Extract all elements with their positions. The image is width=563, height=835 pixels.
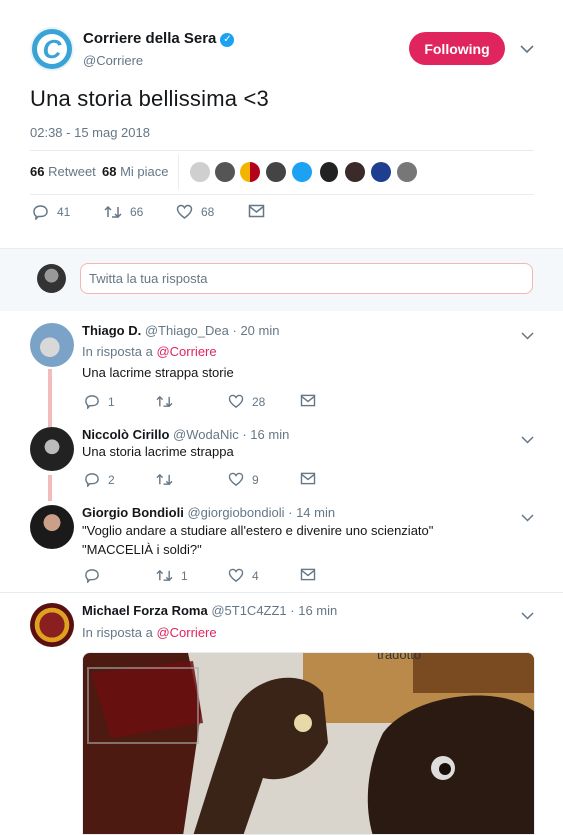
reply-icon (33, 205, 48, 220)
message-button[interactable] (300, 394, 324, 407)
liker-avatar[interactable] (240, 162, 260, 182)
chevron-down-icon[interactable] (521, 607, 534, 623)
envelope-icon (300, 568, 316, 581)
in-reply-to: In risposta a @Corriere (82, 344, 217, 359)
envelope-icon (300, 394, 316, 407)
reply-button[interactable] (84, 568, 108, 583)
reply-text-line: "Voglio andare a studiare all'estero e d… (82, 523, 434, 538)
reply-actions: 2 9 (84, 472, 384, 490)
reply-tweet[interactable]: Niccolò Cirillo @WodaNic · 16 min Una st… (0, 421, 563, 501)
reply-input[interactable]: Twitta la tua risposta (80, 263, 533, 294)
retweet-button[interactable]: 66 (104, 204, 143, 220)
retweet-icon (156, 395, 173, 408)
heart-icon (176, 204, 193, 219)
liker-avatar[interactable] (215, 162, 235, 182)
tweet-actions: 41 66 68 (30, 204, 330, 226)
liker-avatar[interactable] (371, 162, 391, 182)
message-button[interactable] (300, 568, 324, 581)
message-button[interactable] (300, 472, 324, 485)
reply-author[interactable]: Thiago D. @Thiago_Dea · 20 min (82, 323, 279, 338)
chevron-down-icon[interactable] (521, 431, 534, 447)
retweet-button[interactable] (156, 472, 181, 487)
like-button[interactable]: 68 (176, 204, 214, 220)
liker-avatar[interactable] (320, 162, 338, 182)
following-button[interactable]: Following (409, 32, 505, 65)
retweet-button[interactable] (156, 394, 181, 409)
reply-icon (85, 569, 99, 583)
reply-composer: Twitta la tua risposta (0, 248, 563, 312)
chevron-down-icon[interactable] (520, 41, 534, 57)
reply-icon (85, 395, 99, 409)
envelope-icon (248, 204, 265, 218)
in-reply-to: In risposta a @Corriere (82, 625, 217, 640)
like-stat[interactable]: 68 Mi piace (102, 164, 169, 179)
media-caption: tradotto (377, 652, 422, 662)
corriere-avatar[interactable]: C (30, 27, 74, 71)
retweet-icon (156, 569, 173, 582)
chevron-down-icon[interactable] (521, 509, 534, 525)
reply-avatar[interactable] (30, 323, 74, 367)
chevron-down-icon[interactable] (521, 327, 534, 343)
retweet-stat[interactable]: 66 Retweet (30, 164, 96, 179)
reply-text-line: "MACCELIÀ i soldi?" (82, 542, 202, 557)
mention-link[interactable]: @Corriere (156, 344, 216, 359)
message-button[interactable] (248, 204, 273, 218)
main-tweet: C Corriere della Sera ✓ @Corriere Followi… (0, 0, 563, 248)
reply-author[interactable]: Giorgio Bondioli @giorgiobondioli · 14 m… (82, 505, 335, 520)
reply-icon (85, 473, 99, 487)
reply-avatar[interactable] (30, 427, 74, 471)
reply-tweet[interactable]: Giorgio Bondioli @giorgiobondioli · 14 m… (0, 501, 563, 592)
reply-tweet[interactable]: Thiago D. @Thiago_Dea · 20 min In rispos… (0, 311, 563, 421)
stats-divider (178, 155, 179, 189)
liker-avatar[interactable] (397, 162, 417, 182)
heart-icon (228, 472, 244, 486)
reply-text: Una lacrime strappa storie (82, 365, 234, 380)
author-handle[interactable]: @Corriere (83, 53, 143, 68)
tweet-text: Una storia bellissima <3 (30, 86, 269, 111)
verified-badge-icon: ✓ (220, 33, 235, 47)
liker-avatar[interactable] (292, 162, 312, 182)
user-avatar[interactable] (37, 264, 66, 293)
like-button[interactable]: 9 (228, 472, 259, 487)
like-button[interactable]: 28 (228, 394, 265, 409)
retweet-button[interactable]: 1 (156, 568, 188, 583)
reply-button[interactable]: 2 (84, 472, 115, 487)
reply-actions: 1 4 (84, 568, 384, 586)
envelope-icon (300, 472, 316, 485)
reply-text: Una storia lacrime strappa (82, 444, 234, 459)
heart-icon (228, 394, 244, 408)
tweet-timestamp[interactable]: 02:38 - 15 mag 2018 (30, 125, 150, 140)
reply-author[interactable]: Niccolò Cirillo @WodaNic · 16 min (82, 427, 289, 442)
liker-avatar[interactable] (190, 162, 210, 182)
thread-line (48, 475, 52, 501)
liker-avatar[interactable] (266, 162, 286, 182)
retweet-icon (156, 473, 173, 486)
author-name[interactable]: Corriere della Sera ✓ (83, 30, 235, 47)
thread-line (48, 369, 52, 421)
mention-link[interactable]: @Corriere (156, 625, 216, 640)
reply-author[interactable]: Michael Forza Roma @5T1C4ZZ1 · 16 min (82, 603, 337, 618)
reply-actions: 1 28 (84, 394, 384, 412)
retweet-icon (104, 205, 122, 219)
liker-avatar[interactable] (345, 162, 365, 182)
like-button[interactable]: 4 (228, 568, 259, 583)
heart-icon (228, 568, 244, 582)
tweet-stats: 66 Retweet 68 Mi piace (30, 150, 534, 195)
reply-avatar[interactable] (30, 603, 74, 647)
reply-avatar[interactable] (30, 505, 74, 549)
tweet-media-image[interactable]: tradotto (82, 652, 535, 835)
reply-button[interactable]: 41 (32, 204, 70, 220)
reply-button[interactable]: 1 (84, 394, 115, 409)
